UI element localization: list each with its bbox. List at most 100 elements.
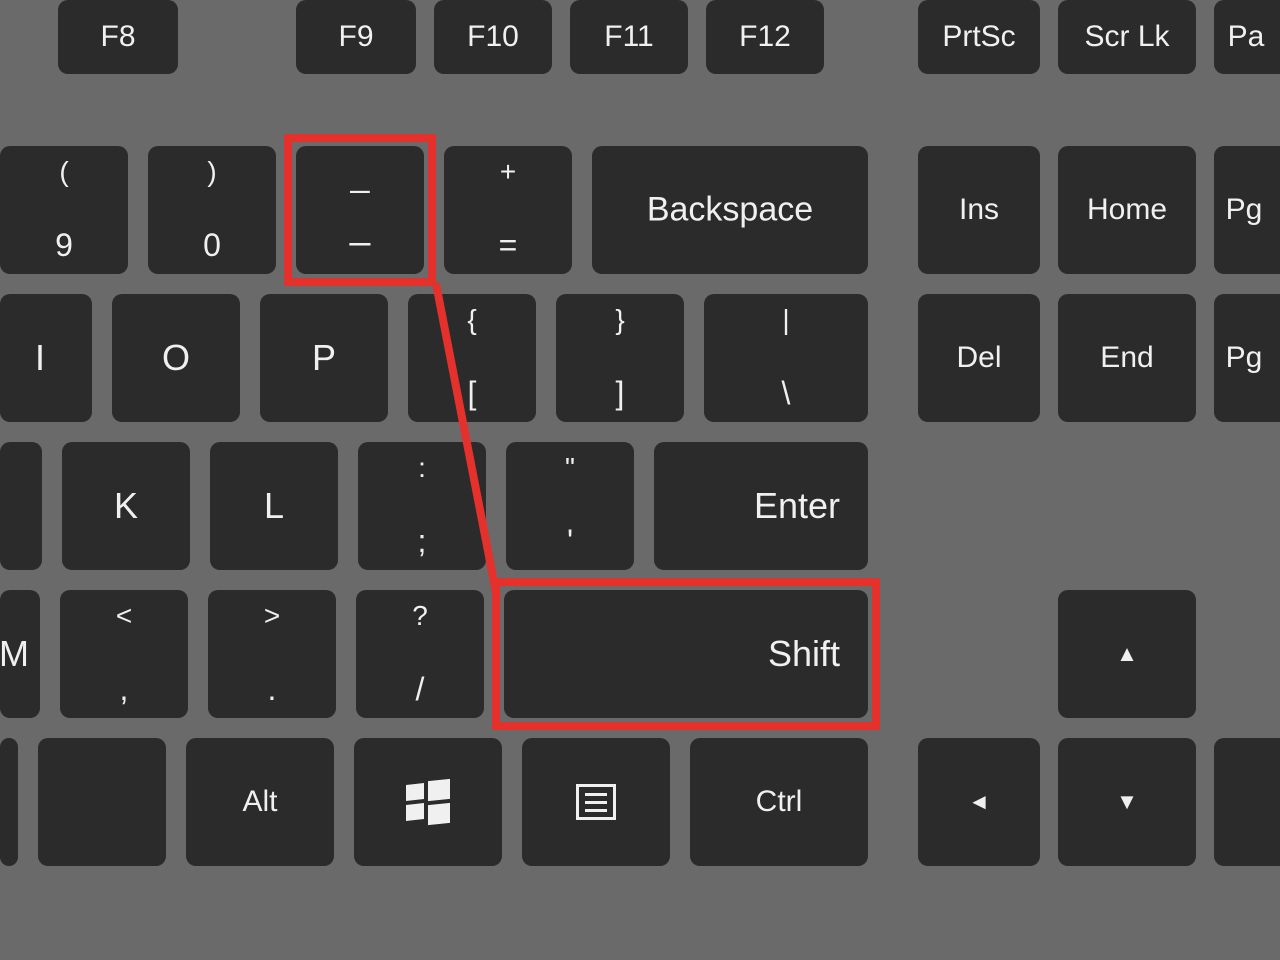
- o-key[interactable]: O: [112, 294, 240, 422]
- key-upper-label: +: [500, 156, 516, 188]
- key-lower-label: ;: [418, 523, 427, 560]
- key-label: Shift: [768, 633, 840, 675]
- key-lower-label: 0: [203, 227, 221, 264]
- menu-key[interactable]: [522, 738, 670, 866]
- key-label: L: [264, 485, 284, 527]
- key-label: F10: [467, 20, 519, 54]
- key-label: Pg: [1226, 341, 1263, 375]
- minus-key[interactable]: _ –: [296, 146, 424, 274]
- end-key[interactable]: End: [1058, 294, 1196, 422]
- key-lower-label: –: [349, 221, 370, 264]
- key-label: F9: [338, 20, 373, 54]
- arrow-down-icon: ▼: [1116, 789, 1138, 815]
- zero-key[interactable]: ) 0: [148, 146, 276, 274]
- key-label: Alt: [242, 785, 277, 819]
- key-label: P: [312, 337, 336, 379]
- key-label: Backspace: [647, 191, 813, 230]
- pgdn-key[interactable]: Pg: [1214, 294, 1280, 422]
- key-label: O: [162, 337, 190, 379]
- i-key[interactable]: I: [0, 294, 92, 422]
- key-label: F8: [100, 20, 135, 54]
- key-upper-label: ): [207, 156, 216, 188]
- pgup-key[interactable]: Pg: [1214, 146, 1280, 274]
- key-lower-label: ,: [120, 671, 129, 708]
- key-label: End: [1100, 341, 1153, 375]
- key-upper-label: }: [615, 304, 624, 336]
- f8-key[interactable]: F8: [58, 0, 178, 74]
- key-lower-label: ': [567, 523, 573, 560]
- windows-icon: [406, 780, 450, 824]
- key-lower-label: 9: [55, 227, 73, 264]
- key-label: Pa: [1228, 20, 1265, 54]
- arrow-up-key[interactable]: ▲: [1058, 590, 1196, 718]
- enter-key[interactable]: Enter: [654, 442, 868, 570]
- f9-key[interactable]: F9: [296, 0, 416, 74]
- key-label: F12: [739, 20, 791, 54]
- key-upper-label: ": [565, 452, 575, 484]
- alt-key[interactable]: Alt: [186, 738, 334, 866]
- key-label: I: [35, 337, 45, 379]
- key-upper-label: _: [351, 156, 370, 195]
- arrow-left-icon: ◄: [968, 789, 990, 815]
- home-key[interactable]: Home: [1058, 146, 1196, 274]
- ctrl-key[interactable]: Ctrl: [690, 738, 868, 866]
- key-lower-label: [: [468, 375, 477, 412]
- arrow-right-key-partial[interactable]: [1214, 738, 1280, 866]
- backspace-key[interactable]: Backspace: [592, 146, 868, 274]
- key-label: Pg: [1226, 193, 1263, 227]
- pause-key[interactable]: Pa: [1214, 0, 1280, 74]
- key-upper-label: |: [782, 304, 789, 336]
- period-key[interactable]: > .: [208, 590, 336, 718]
- key-upper-label: <: [116, 600, 132, 632]
- prtsc-key[interactable]: PrtSc: [918, 0, 1040, 74]
- key-upper-label: ?: [412, 600, 428, 632]
- key-label: Ins: [959, 193, 999, 227]
- space-key-partial[interactable]: [0, 738, 18, 866]
- key-label: Ctrl: [756, 785, 803, 819]
- key-upper-label: :: [418, 452, 426, 484]
- key-upper-label: (: [59, 156, 68, 188]
- arrow-left-key[interactable]: ◄: [918, 738, 1040, 866]
- win-key-left-partial[interactable]: [38, 738, 166, 866]
- equals-key[interactable]: + =: [444, 146, 572, 274]
- f10-key[interactable]: F10: [434, 0, 552, 74]
- slash-key[interactable]: ? /: [356, 590, 484, 718]
- scrlk-key[interactable]: Scr Lk: [1058, 0, 1196, 74]
- nine-key[interactable]: ( 9: [0, 146, 128, 274]
- key-lower-label: /: [416, 671, 425, 708]
- key-label: K: [114, 485, 138, 527]
- key-lower-label: .: [268, 671, 277, 708]
- shift-key[interactable]: Shift: [504, 590, 868, 718]
- key-label: F11: [604, 20, 653, 54]
- p-key[interactable]: P: [260, 294, 388, 422]
- ins-key[interactable]: Ins: [918, 146, 1040, 274]
- f12-key[interactable]: F12: [706, 0, 824, 74]
- arrow-down-key[interactable]: ▼: [1058, 738, 1196, 866]
- win-key[interactable]: [354, 738, 502, 866]
- f11-key[interactable]: F11: [570, 0, 688, 74]
- lbracket-key[interactable]: { [: [408, 294, 536, 422]
- keyboard-region: F8 F9 F10 F11 F12 PrtSc Scr Lk Pa ( 9 ) …: [0, 0, 1280, 960]
- m-key[interactable]: M: [0, 590, 40, 718]
- key-upper-label: >: [264, 600, 280, 632]
- key-label: PrtSc: [942, 20, 1015, 54]
- menu-icon: [576, 784, 616, 820]
- arrow-up-icon: ▲: [1116, 641, 1138, 667]
- key-lower-label: \: [782, 375, 791, 412]
- rbracket-key[interactable]: } ]: [556, 294, 684, 422]
- j-key-partial[interactable]: [0, 442, 42, 570]
- key-label: Enter: [754, 485, 840, 527]
- l-key[interactable]: L: [210, 442, 338, 570]
- key-label: Scr Lk: [1084, 20, 1169, 54]
- k-key[interactable]: K: [62, 442, 190, 570]
- key-label: M: [0, 633, 29, 675]
- key-lower-label: =: [499, 227, 518, 264]
- key-lower-label: ]: [616, 375, 625, 412]
- key-label: Home: [1087, 193, 1167, 227]
- backslash-key[interactable]: | \: [704, 294, 868, 422]
- quote-key[interactable]: " ': [506, 442, 634, 570]
- del-key[interactable]: Del: [918, 294, 1040, 422]
- key-label: Del: [956, 341, 1001, 375]
- comma-key[interactable]: < ,: [60, 590, 188, 718]
- key-upper-label: {: [467, 304, 476, 336]
